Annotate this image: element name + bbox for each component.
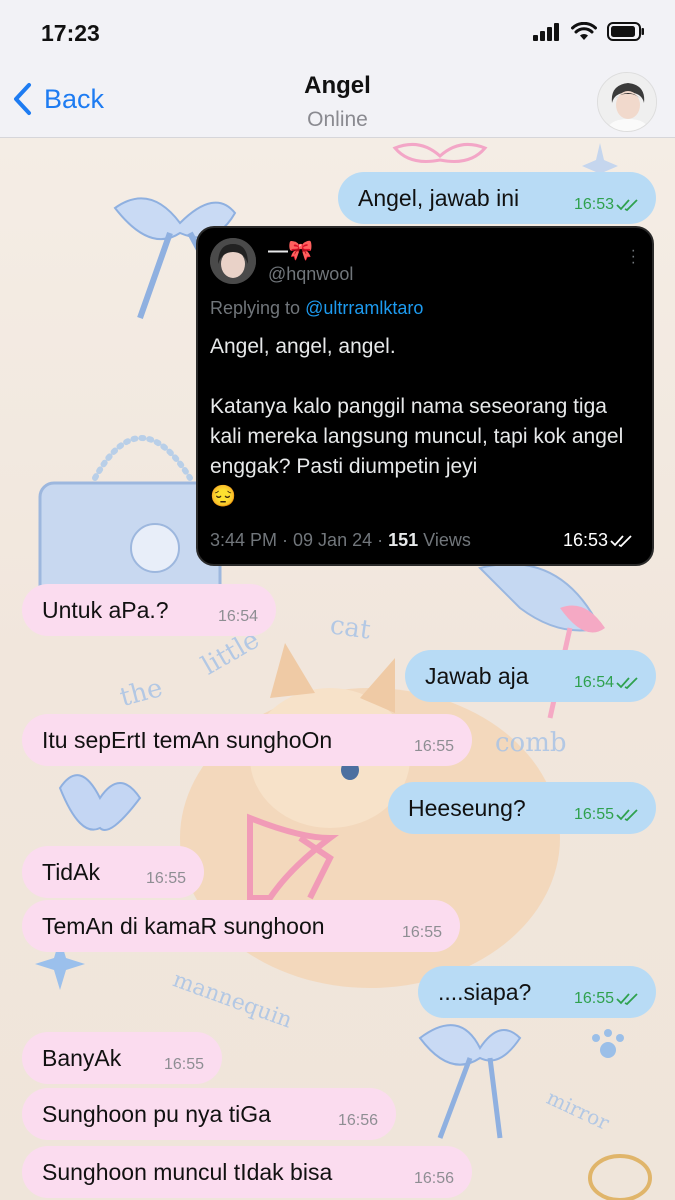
message-text: TemAn di kamaR sunghoon <box>42 912 325 939</box>
tweet-avatar <box>210 238 256 284</box>
message-time: 16:55 <box>574 806 640 824</box>
message-bubble-outgoing[interactable]: Angel, jawab ini 16:53 <box>338 172 656 224</box>
tweet-avatar-image <box>210 238 256 284</box>
chat-title: Angel <box>304 72 371 99</box>
message-text: ....siapa? <box>438 978 532 1005</box>
chat-status: Online <box>307 108 368 131</box>
tweet-author-name: —🎀 <box>268 240 313 262</box>
message-time: 16:56 <box>337 1112 378 1129</box>
message-time: 16:54 <box>217 608 258 625</box>
reply-mention-link[interactable]: @ultrramlktaro <box>305 298 423 318</box>
contact-avatar[interactable] <box>597 72 657 132</box>
double-check-icon <box>616 199 638 212</box>
chat-header: 17:23 Back Angel Online <box>0 0 675 138</box>
message-text: Sunghoon pu nya tiGa <box>42 1100 271 1127</box>
message-bubble-incoming[interactable]: TemAn di kamaR sunghoon 16:55 <box>22 900 460 952</box>
wallpaper-text: comb <box>495 728 567 758</box>
message-time: 16:55 <box>163 1056 204 1073</box>
message-time: 16:54 <box>574 674 640 692</box>
message-bubble-incoming[interactable]: Sunghoon muncul tIdak bisa 16:56 <box>22 1146 472 1198</box>
double-check-icon <box>610 534 632 547</box>
message-text: Untuk aPa.? <box>42 596 169 623</box>
tweet-author-handle: @hqnwool <box>268 264 354 284</box>
message-bubble-incoming[interactable]: Sunghoon pu nya tiGa 16:56 <box>22 1088 396 1140</box>
message-text: Heeseung? <box>408 794 526 821</box>
message-text: BanyAk <box>42 1044 122 1071</box>
message-bubble-outgoing[interactable]: Jawab aja 16:54 <box>405 650 656 702</box>
double-check-icon <box>616 677 638 690</box>
message-text: TidAk <box>42 858 100 885</box>
more-options-icon[interactable]: · · · <box>631 243 636 271</box>
message-text: Angel, jawab ini <box>358 184 520 211</box>
message-time: 16:53 <box>574 196 640 214</box>
message-bubble-incoming[interactable]: Itu sepErtI temAn sunghoOn 16:55 <box>22 714 472 766</box>
double-check-icon <box>616 993 638 1006</box>
tweet-meta: 3:44 PM · 09 Jan 24 · 151 Views <box>210 530 471 550</box>
status-icons <box>533 22 645 41</box>
message-time: 16:56 <box>413 1170 454 1187</box>
wifi-icon <box>571 22 597 40</box>
message-time: 16:55 <box>574 990 640 1008</box>
message-text: Sunghoon muncul tIdak bisa <box>42 1158 333 1185</box>
message-bubble-outgoing[interactable]: ....siapa? 16:55 <box>418 966 656 1018</box>
tweet-screenshot-message[interactable]: —🎀 @hqnwool · · · Replying to @ultrramlkta… <box>196 226 654 566</box>
double-check-icon <box>616 809 638 822</box>
message-text: Jawab aja <box>425 662 529 689</box>
status-time: 17:23 <box>41 20 100 46</box>
wallpaper-text: cat <box>328 610 373 646</box>
message-time: 16:55 <box>145 870 186 887</box>
signal-icon <box>533 22 559 41</box>
tweet-body: Angel, angel, angel. Katanya kalo panggi… <box>210 335 624 508</box>
message-bubble-incoming[interactable]: TidAk 16:55 <box>22 846 204 898</box>
message-time: 16:55 <box>401 924 442 941</box>
message-bubble-incoming[interactable]: Untuk aPa.? 16:54 <box>22 584 276 636</box>
message-time: 16:53 <box>563 530 634 551</box>
message-time: 16:55 <box>413 738 454 755</box>
avatar-portrait <box>598 73 656 131</box>
tweet-replying-to: Replying to @ultrramlktaro <box>210 298 424 318</box>
message-text: Itu sepErtI temAn sunghoOn <box>42 726 333 753</box>
message-bubble-outgoing[interactable]: Heeseung? 16:55 <box>388 782 656 834</box>
message-bubble-incoming[interactable]: BanyAk 16:55 <box>22 1032 222 1084</box>
battery-icon <box>607 22 644 41</box>
